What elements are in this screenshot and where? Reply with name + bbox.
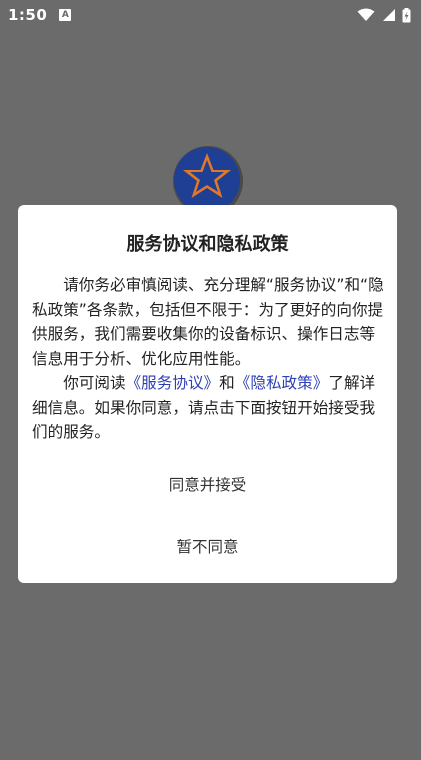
status-bar: 1:50 A: [0, 0, 421, 30]
notification-a-icon: A: [59, 9, 72, 21]
signal-icon: [383, 9, 395, 21]
wifi-icon: [357, 8, 375, 21]
service-agreement-link[interactable]: 《服务协议》: [126, 374, 220, 392]
dialog-paragraph-1: 请你务必审慎阅读、充分理解“服务协议”和“隐私政策”各条款，包括但不限于：为了更…: [32, 276, 384, 368]
status-icons: [357, 7, 411, 23]
dialog-title: 服务协议和隐私政策: [126, 234, 289, 255]
decline-button[interactable]: 暂不同意: [18, 532, 397, 562]
dialog-paragraph-2: 你可阅读《服务协议》和《隐私政策》了解详细信息。如果你同意，请点击下面按钮开始接…: [32, 371, 384, 445]
privacy-dialog: 服务协议和隐私政策 请你务必审慎阅读、充分理解“服务协议”和“隐私政策”各条款，…: [18, 205, 397, 583]
paragraph-2-and: 和: [219, 374, 235, 392]
dialog-body: 请你务必审慎阅读、充分理解“服务协议”和“隐私政策”各条款，包括但不限于：为了更…: [32, 273, 384, 445]
paragraph-2-prefix: 你可阅读: [63, 374, 126, 392]
privacy-policy-link[interactable]: 《隐私政策》: [235, 374, 329, 392]
status-time: 1:50: [8, 6, 48, 24]
battery-icon: [402, 7, 411, 22]
accept-button[interactable]: 同意并接受: [18, 470, 397, 500]
